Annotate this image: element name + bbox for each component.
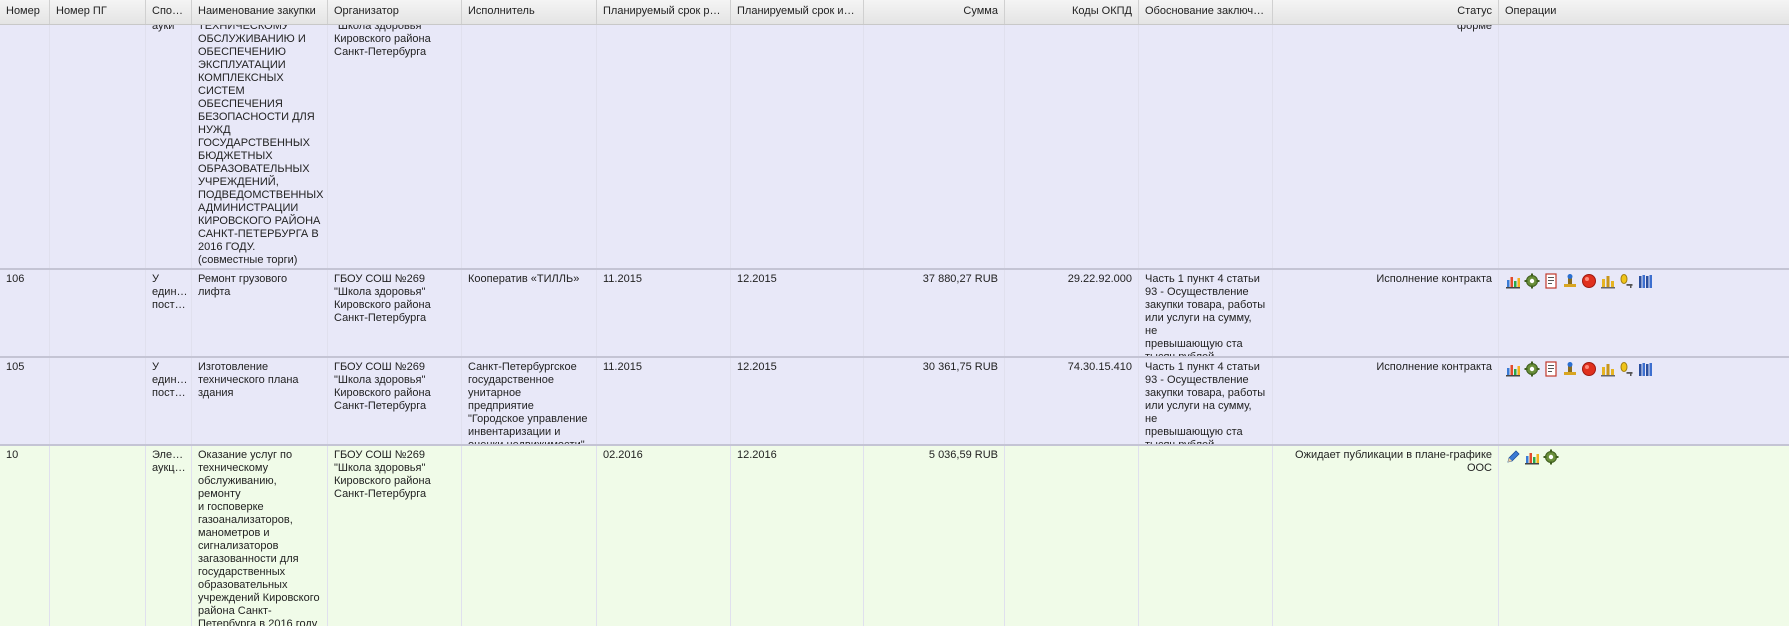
operations-toolbar	[1505, 273, 1654, 289]
gear-icon[interactable]	[1524, 273, 1540, 289]
books-icon[interactable]	[1638, 273, 1654, 289]
header-organizer[interactable]: Организатор	[328, 0, 462, 24]
header-method[interactable]: Спо…	[146, 0, 192, 24]
cell-reason	[1139, 25, 1273, 268]
cell-method: У един… пост…	[146, 270, 192, 356]
cell-reason: Часть 1 пункт 4 статьи 93 - Осуществлени…	[1139, 270, 1273, 356]
cell-executor: Кооператив «ТИЛЛЬ»	[462, 270, 597, 356]
books-icon[interactable]	[1638, 361, 1654, 377]
cell-operations	[1499, 358, 1789, 444]
grid-header: Номер Номер ПГ Спо… Наименование закупки…	[0, 0, 1789, 25]
cell-method: ауки	[146, 25, 192, 268]
document-icon[interactable]	[1543, 361, 1559, 377]
table-row[interactable]: 10 Эле… аукц… Оказание услуг по техничес…	[0, 444, 1789, 626]
cell-purchase-name: Ремонт грузового лифта	[192, 270, 328, 356]
bar-chart-icon[interactable]	[1524, 449, 1540, 465]
cell-executor	[462, 446, 597, 626]
cell-plan-start	[597, 25, 731, 268]
cell-organizer: ГБОУ СОШ №269 "Школа здоровья" Кировског…	[328, 270, 462, 356]
cell-sum: 37 880,27 RUB	[864, 270, 1005, 356]
operations-toolbar	[1505, 361, 1654, 377]
cell-status: форме	[1273, 25, 1499, 268]
cell-status: Ожидает публикации в плане-графике ООС	[1273, 446, 1499, 626]
cell-method: Эле… аукц…	[146, 446, 192, 626]
cell-organizer: "Школа здоровья" Кировского района Санкт…	[328, 25, 462, 268]
cell-executor: Санкт-Петербургское государственное унит…	[462, 358, 597, 444]
cell-status: Исполнение контракта	[1273, 358, 1499, 444]
cell-method: У един… пост…	[146, 358, 192, 444]
cell-pg	[50, 25, 146, 268]
stop-icon[interactable]	[1581, 361, 1597, 377]
header-plan-end[interactable]: Планируемый срок ис…	[731, 0, 864, 24]
cell-operations	[1499, 25, 1789, 268]
bars-icon[interactable]	[1600, 361, 1616, 377]
table-row[interactable]: 105 У един… пост… Изготовление техническ…	[0, 356, 1789, 444]
header-plan-start[interactable]: Планируемый срок ра…	[597, 0, 731, 24]
bar-chart-icon[interactable]	[1505, 273, 1521, 289]
key-icon[interactable]	[1619, 361, 1635, 377]
cell-executor	[462, 25, 597, 268]
cell-number	[0, 25, 50, 268]
stop-icon[interactable]	[1581, 273, 1597, 289]
stamp-icon[interactable]	[1562, 273, 1578, 289]
stamp-icon[interactable]	[1562, 361, 1578, 377]
cell-purchase-name: Оказание услуг по техническому обслужива…	[192, 446, 328, 626]
header-purchase-name[interactable]: Наименование закупки	[192, 0, 328, 24]
key-icon[interactable]	[1619, 273, 1635, 289]
document-icon[interactable]	[1543, 273, 1559, 289]
cell-okpd: 29.22.92.000	[1005, 270, 1139, 356]
operations-toolbar	[1505, 449, 1559, 465]
cell-plan-end: 12.2015	[731, 358, 864, 444]
cell-okpd	[1005, 25, 1139, 268]
bars-icon[interactable]	[1600, 273, 1616, 289]
cell-plan-start: 02.2016	[597, 446, 731, 626]
cell-operations	[1499, 270, 1789, 356]
header-sum[interactable]: Сумма	[864, 0, 1005, 24]
cell-operations	[1499, 446, 1789, 626]
cell-number: 105	[0, 358, 50, 444]
cell-pg	[50, 270, 146, 356]
cell-sum: 5 036,59 RUB	[864, 446, 1005, 626]
cell-purchase-name: Изготовление технического плана здания	[192, 358, 328, 444]
table-row[interactable]: 106 У един… пост… Ремонт грузового лифта…	[0, 268, 1789, 356]
cell-plan-start: 11.2015	[597, 270, 731, 356]
header-okpd[interactable]: Коды ОКПД	[1005, 0, 1139, 24]
gear-icon[interactable]	[1543, 449, 1559, 465]
cell-status: Исполнение контракта	[1273, 270, 1499, 356]
header-number[interactable]: Номер	[0, 0, 50, 24]
cell-plan-end: 12.2016	[731, 446, 864, 626]
cell-number: 106	[0, 270, 50, 356]
cell-purchase-name: ТЕХНИЧЕСКОМУ ОБСЛУЖИВАНИЮ И ОБЕСПЕЧЕНИЮ …	[192, 25, 328, 268]
cell-sum	[864, 25, 1005, 268]
header-executor[interactable]: Исполнитель	[462, 0, 597, 24]
header-operations[interactable]: Операции	[1499, 0, 1789, 24]
cell-plan-start: 11.2015	[597, 358, 731, 444]
cell-okpd: 74.30.15.410	[1005, 358, 1139, 444]
cell-sum: 30 361,75 RUB	[864, 358, 1005, 444]
procurement-grid: Номер Номер ПГ Спо… Наименование закупки…	[0, 0, 1789, 626]
cell-pg	[50, 446, 146, 626]
pencil-icon[interactable]	[1505, 449, 1521, 465]
table-row[interactable]: ауки ТЕХНИЧЕСКОМУ ОБСЛУЖИВАНИЮ И ОБЕСПЕЧ…	[0, 25, 1789, 268]
cell-plan-end	[731, 25, 864, 268]
cell-okpd	[1005, 446, 1139, 626]
cell-plan-end: 12.2015	[731, 270, 864, 356]
header-pg-number[interactable]: Номер ПГ	[50, 0, 146, 24]
bar-chart-icon[interactable]	[1505, 361, 1521, 377]
gear-icon[interactable]	[1524, 361, 1540, 377]
cell-reason: Часть 1 пункт 4 статьи 93 - Осуществлени…	[1139, 358, 1273, 444]
cell-reason	[1139, 446, 1273, 626]
header-reason[interactable]: Обоснование заключ…	[1139, 0, 1273, 24]
cell-number: 10	[0, 446, 50, 626]
cell-pg	[50, 358, 146, 444]
cell-organizer: ГБОУ СОШ №269 "Школа здоровья" Кировског…	[328, 358, 462, 444]
header-status[interactable]: Статус	[1273, 0, 1499, 24]
cell-organizer: ГБОУ СОШ №269 "Школа здоровья" Кировског…	[328, 446, 462, 626]
